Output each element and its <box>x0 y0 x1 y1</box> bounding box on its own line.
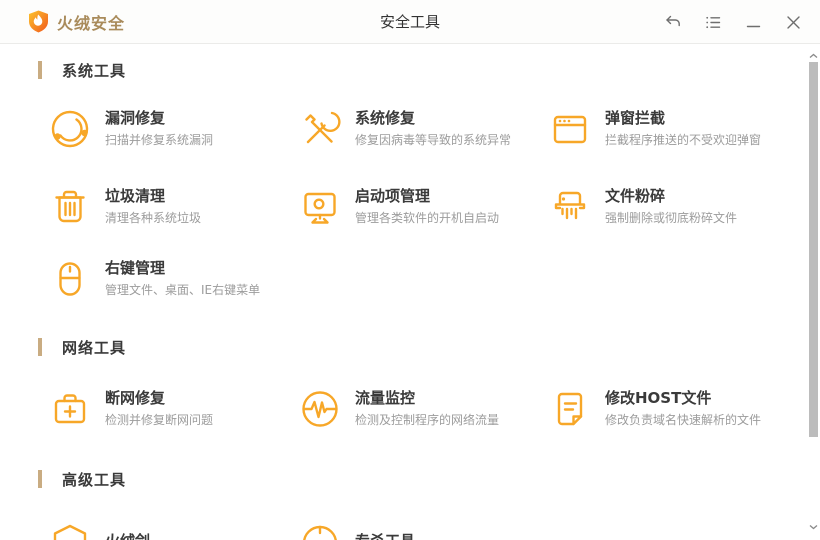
minimize-icon[interactable] <box>744 13 762 31</box>
vulnerability-fix-icon <box>48 107 92 151</box>
section-header-network: 网络工具 <box>38 337 820 357</box>
section-title: 高级工具 <box>62 470 127 489</box>
popup-block-icon <box>548 107 592 151</box>
section-accent-bar <box>38 61 42 79</box>
tool-desc: 检测及控制程序的网络流量 <box>355 413 500 427</box>
tool-item-startup-manager[interactable]: 启动项管理 管理各类软件的开机自启动 <box>298 183 548 231</box>
file-shredder-icon <box>548 185 592 229</box>
tool-desc: 强制删除或彻底粉碎文件 <box>605 211 738 225</box>
section-title: 网络工具 <box>62 338 127 357</box>
tool-desc: 修复因病毒等导致的系统异常 <box>355 133 512 147</box>
tool-desc: 检测并修复断网问题 <box>105 413 214 427</box>
tool-title: 右键管理 <box>105 259 166 277</box>
tool-desc: 扫描并修复系统漏洞 <box>105 133 214 147</box>
app-name: 火绒安全 <box>57 13 126 33</box>
scroll-up-icon[interactable] <box>808 51 819 61</box>
section-title: 系统工具 <box>62 61 127 80</box>
tool-item-vulnerability-fix[interactable]: 漏洞修复 扫描并修复系统漏洞 <box>48 105 298 153</box>
scrollbar-thumb[interactable] <box>809 62 818 437</box>
section-accent-bar <box>38 338 42 356</box>
tool-item-context-menu[interactable]: 右键管理 管理文件、桌面、IE右键菜单 <box>48 255 298 303</box>
titlebar-actions <box>664 0 802 44</box>
host-file-icon <box>548 387 592 431</box>
scroll-down-icon[interactable] <box>808 522 819 532</box>
tool-item-killer-tool[interactable]: 专杀工具 <box>298 517 548 540</box>
tool-title: 弹窗拦截 <box>605 109 666 127</box>
menu-list-icon[interactable] <box>704 13 722 31</box>
tool-item-file-shredder[interactable]: 文件粉碎 强制删除或彻底粉碎文件 <box>548 183 798 231</box>
tool-title: 系统修复 <box>355 109 416 127</box>
close-icon[interactable] <box>784 13 802 31</box>
section-header-system: 系统工具 <box>38 60 820 80</box>
traffic-monitor-icon <box>298 387 342 431</box>
tool-item-traffic-monitor[interactable]: 流量监控 检测及控制程序的网络流量 <box>298 385 548 433</box>
startup-manager-icon <box>298 185 342 229</box>
tool-desc: 拦截程序推送的不受欢迎弹窗 <box>605 133 762 147</box>
tool-desc: 修改负责域名快速解析的文件 <box>605 413 762 427</box>
tool-desc: 清理各种系统垃圾 <box>105 211 202 225</box>
tools-page: 系统工具 漏洞修复 扫描并修复系统漏洞 系统修复 修复因病毒等导致的系统异常 弹… <box>0 44 820 540</box>
tool-desc: 管理文件、桌面、IE右键菜单 <box>105 283 261 297</box>
tool-title: 文件粉碎 <box>605 187 666 205</box>
tool-title: 流量监控 <box>355 389 416 407</box>
tool-item-network-repair[interactable]: 断网修复 检测并修复断网问题 <box>48 385 298 433</box>
network-repair-icon <box>48 387 92 431</box>
scrollbar[interactable] <box>807 44 820 540</box>
tool-title: 断网修复 <box>105 389 166 407</box>
system-repair-icon <box>298 107 342 151</box>
app-brand: 火绒安全 <box>28 10 125 34</box>
tool-item-sword[interactable]: 火绒剑 <box>48 517 298 540</box>
tool-title: 专杀工具 <box>355 532 415 540</box>
section-header-advanced: 高级工具 <box>38 469 820 489</box>
tool-title: 火绒剑 <box>105 532 150 540</box>
section-accent-bar <box>38 470 42 488</box>
context-menu-icon <box>48 257 92 301</box>
titlebar: 火绒安全 安全工具 <box>0 0 820 44</box>
tool-title: 启动项管理 <box>355 187 431 205</box>
tool-title: 垃圾清理 <box>105 187 166 205</box>
tool-item-junk-clean[interactable]: 垃圾清理 清理各种系统垃圾 <box>48 183 298 231</box>
huorong-shield-logo-icon <box>28 10 49 33</box>
tool-item-system-repair[interactable]: 系统修复 修复因病毒等导致的系统异常 <box>298 105 548 153</box>
tool-desc: 管理各类软件的开机自启动 <box>355 211 500 225</box>
tool-item-popup-block[interactable]: 弹窗拦截 拦截程序推送的不受欢迎弹窗 <box>548 105 798 153</box>
tool-title: 漏洞修复 <box>105 109 166 127</box>
sword-icon <box>48 519 92 540</box>
undo-icon[interactable] <box>664 13 682 31</box>
tool-item-host-file[interactable]: 修改HOST文件 修改负责域名快速解析的文件 <box>548 385 798 433</box>
killer-tool-icon <box>298 519 342 540</box>
tool-title: 修改HOST文件 <box>605 389 712 407</box>
junk-clean-icon <box>48 185 92 229</box>
